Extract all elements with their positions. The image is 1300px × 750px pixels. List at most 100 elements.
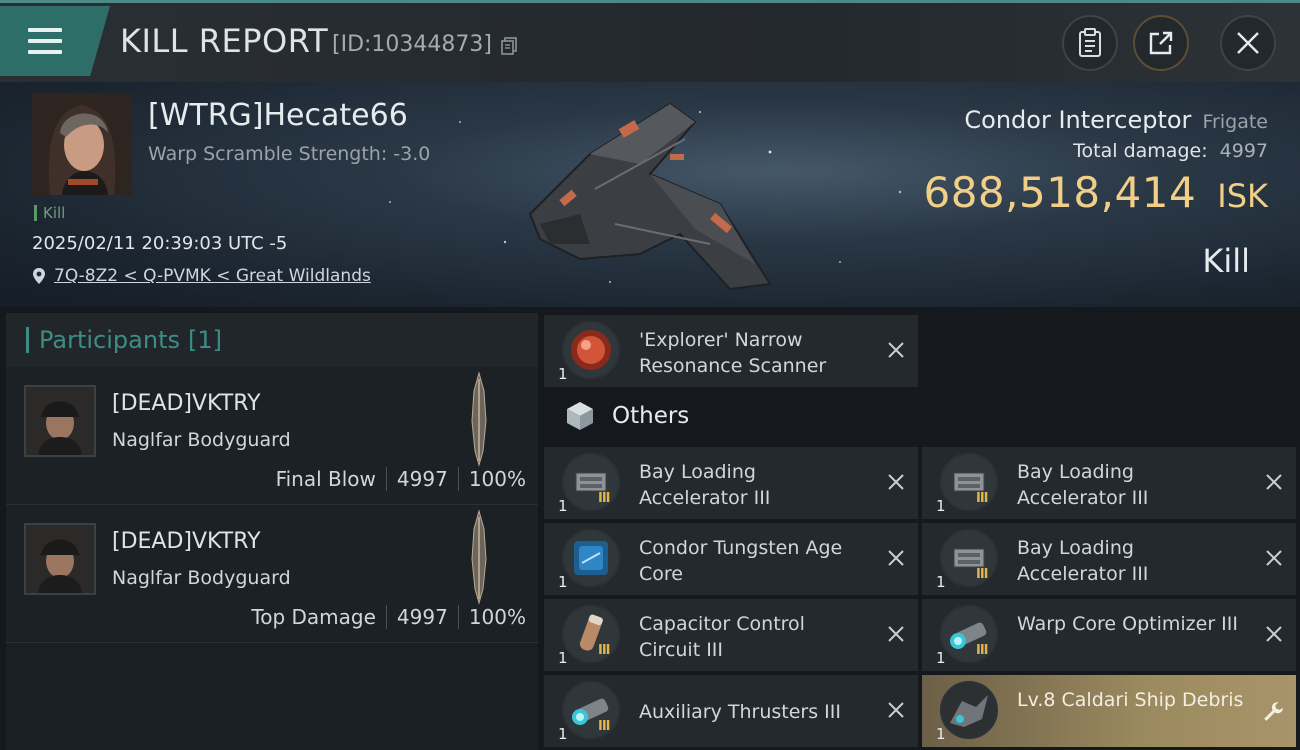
item-slot[interactable]: 1 III Bay Loading Accelerator III [922, 523, 1296, 595]
item-name: Bay Loading Accelerator III [639, 461, 771, 509]
participant-stats: Final Blow 4997 100% [276, 467, 526, 491]
participant-ship: Naglfar Bodyguard [112, 429, 291, 451]
hamburger-icon-bar [28, 50, 62, 54]
item-name: Lv.8 Caldari Ship Debris [1017, 689, 1244, 711]
item-quantity: 1 [936, 649, 946, 667]
cube-icon [567, 402, 593, 430]
participants-header: Participants [1] [6, 313, 538, 367]
hamburger-icon [28, 28, 62, 32]
divider [385, 605, 387, 629]
destroyed-x-icon [888, 342, 904, 358]
bay-loading-accelerator-icon [940, 529, 998, 587]
ship-render [528, 102, 772, 291]
location-link[interactable]: 7Q-8Z2 < Q-PVMK < Great Wildlands [54, 266, 371, 286]
close-button[interactable] [1220, 15, 1276, 71]
item-tier-badge: III [598, 719, 610, 734]
clipboard-button[interactable] [1062, 15, 1118, 71]
participant-avatar [24, 523, 96, 595]
tungsten-core-icon [562, 529, 620, 587]
item-name: Capacitor Control Circuit III [639, 613, 805, 661]
total-damage-label: Total damage: [1073, 140, 1208, 162]
item-quantity: 1 [558, 573, 568, 591]
victim-ship[interactable]: Condor Interceptor Frigate [964, 106, 1268, 134]
item-tier-badge: III [976, 643, 988, 658]
destroyed-x-icon [1266, 474, 1282, 490]
item-slot-dropped[interactable]: 1 Lv.8 Caldari Ship Debris [922, 675, 1296, 747]
total-damage-value: 4997 [1219, 140, 1268, 162]
isk-unit: ISK [1217, 177, 1268, 215]
item-slot[interactable]: 1 III Bay Loading Accelerator III [922, 447, 1296, 519]
capacitor-control-circuit-icon [562, 605, 620, 663]
bay-loading-accelerator-icon [562, 453, 620, 511]
participant-row[interactable]: [DEAD]VKTRY Naglfar Bodyguard Final Blow… [6, 367, 538, 505]
victim-portrait[interactable] [32, 93, 132, 195]
destroyed-x-icon [1266, 626, 1282, 642]
close-icon [1237, 32, 1259, 54]
warp-scramble-strength: Warp Scramble Strength: -3.0 [148, 143, 431, 165]
warp-core-optimizer-icon [940, 605, 998, 663]
participant-name: [DEAD]VKTRY [112, 529, 261, 554]
bay-loading-accelerator-icon [940, 453, 998, 511]
item-slot[interactable]: 1 Condor Tungsten Age Core [544, 523, 918, 595]
auxiliary-thrusters-icon [562, 681, 620, 739]
participant-stats: Top Damage 4997 100% [251, 605, 526, 629]
destroyed-x-icon [888, 702, 904, 718]
naglfar-ship-icon [471, 371, 487, 467]
items-panel: 1 'Explorer' Narrow Resonance Scanner Ot… [544, 313, 1300, 750]
participant-ship: Naglfar Bodyguard [112, 567, 291, 589]
victim-banner: [WTRG]Hecate66 Warp Scramble Strength: -… [0, 82, 1300, 307]
item-slot[interactable]: 1 III Warp Core Optimizer III [922, 599, 1296, 671]
victim-pilot-name[interactable]: [WTRG]Hecate66 [148, 98, 408, 133]
pilot-avatar [26, 387, 94, 455]
pilot-avatar [26, 525, 94, 593]
item-tier-badge: III [598, 491, 610, 506]
hamburger-icon-bar [28, 39, 62, 43]
naglfar-ship-icon [471, 509, 487, 605]
total-damage: Total damage: 4997 [1073, 140, 1268, 162]
item-name: Bay Loading Accelerator III [1017, 461, 1149, 509]
item-quantity: 1 [558, 497, 568, 515]
participant-percent: 100% [468, 467, 526, 491]
kill-report-header: KILL REPORT [ID:10344873] [0, 0, 1300, 82]
ship-debris-icon [940, 681, 998, 739]
share-button[interactable] [1133, 15, 1189, 71]
participant-avatar [24, 385, 96, 457]
destroyed-x-icon [888, 550, 904, 566]
participants-count: [1] [187, 326, 222, 354]
wrench-icon [1264, 702, 1283, 721]
destroyed-x-icon [888, 626, 904, 642]
kill-location[interactable]: 7Q-8Z2 < Q-PVMK < Great Wildlands [32, 266, 371, 286]
item-quantity: 1 [936, 573, 946, 591]
participant-role: Top Damage [251, 605, 376, 629]
divider [385, 467, 387, 491]
item-name: 'Explorer' Narrow Resonance Scanner [639, 329, 827, 377]
isk-amount: 688,518,414 [923, 168, 1197, 217]
participant-percent: 100% [468, 605, 526, 629]
item-name: Auxiliary Thrusters III [639, 701, 841, 723]
kill-result: Kill [1202, 242, 1250, 280]
item-quantity: 1 [558, 649, 568, 667]
menu-button[interactable] [0, 6, 110, 76]
participant-row[interactable]: [DEAD]VKTRY Naglfar Bodyguard Top Damage… [6, 505, 538, 643]
location-pin-icon [33, 268, 45, 284]
share-icon [1149, 31, 1173, 55]
header-accent-line [0, 0, 1300, 3]
divider [457, 467, 459, 491]
item-quantity: 1 [558, 725, 568, 743]
kill-timestamp: 2025/02/11 20:39:03 UTC -5 [32, 233, 288, 254]
participants-panel: Participants [1] [DEAD]VKTRY Naglfar Bod… [6, 313, 538, 750]
item-tier-badge: III [976, 491, 988, 506]
isk-value: 688,518,414 ISK [923, 168, 1268, 217]
item-slot[interactable]: 1 III Capacitor Control Circuit III [544, 599, 918, 671]
item-quantity: 1 [936, 497, 946, 515]
item-name: Bay Loading Accelerator III [1017, 537, 1149, 585]
participant-role: Final Blow [275, 467, 376, 491]
item-quantity: 1 [558, 365, 568, 383]
report-id: [ID:10344873] [332, 32, 492, 57]
item-slot[interactable]: 1 III Auxiliary Thrusters III [544, 675, 918, 747]
item-slot[interactable]: 1 III Bay Loading Accelerator III [544, 447, 918, 519]
header-marker [26, 327, 29, 353]
item-slot[interactable]: 1 'Explorer' Narrow Resonance Scanner [544, 315, 918, 387]
clipboard-icon [1079, 28, 1101, 57]
copy-id-icon[interactable] [500, 37, 518, 55]
